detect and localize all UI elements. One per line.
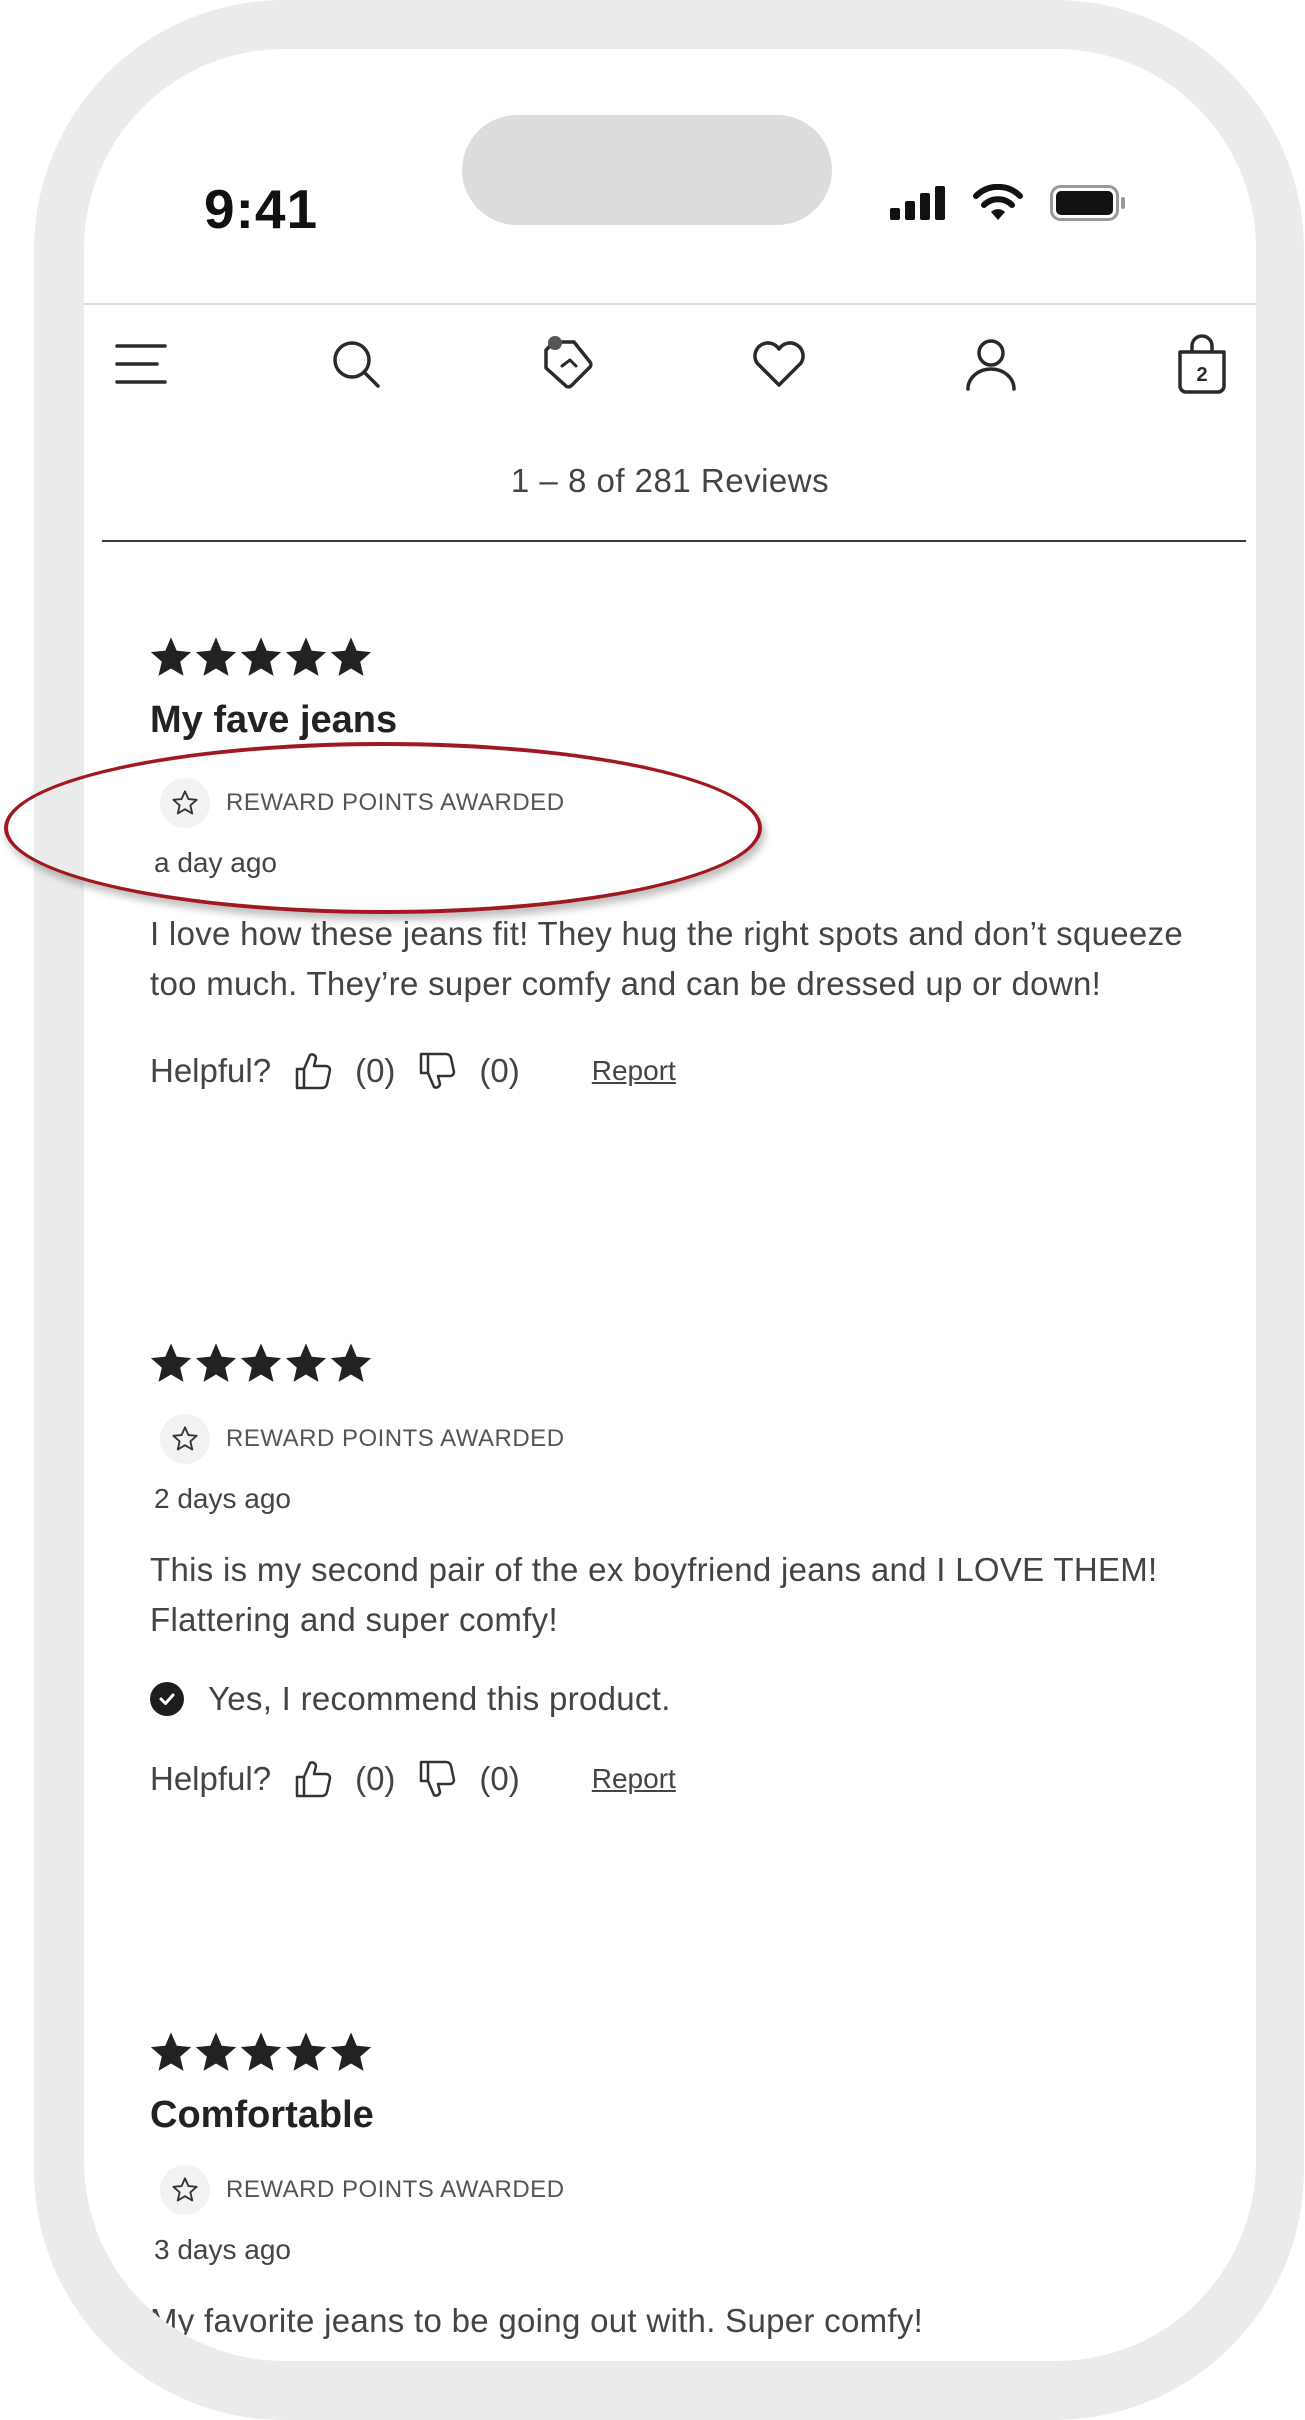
star-icon [285, 637, 327, 676]
star-icon [330, 637, 372, 676]
thumbs-down-icon [420, 1760, 456, 1797]
thumbs-up-count: (0) [355, 1052, 396, 1089]
reward-points-label: REWARD POINTS AWARDED [226, 1425, 565, 1452]
star-rating [150, 2032, 1230, 2082]
status-icons [890, 183, 1126, 223]
star-icon [195, 637, 237, 676]
reward-star-icon [160, 1414, 210, 1464]
search-icon[interactable] [321, 329, 391, 399]
helpful-row: Helpful? (0) (0) Report [150, 1041, 1230, 1101]
reward-points-row: REWARD POINTS AWARDED [150, 775, 1230, 831]
star-icon [240, 1343, 282, 1382]
status-divider [84, 303, 1256, 305]
phone-screen: 9:41 2 1 – 8 of 281 Reviews My fave jean… [84, 49, 1256, 2361]
thumbs-up-button[interactable]: (0) [293, 1051, 395, 1091]
review-card: REWARD POINTS AWARDED 2 days ago This is… [150, 1343, 1230, 1809]
review-date: a day ago [154, 847, 277, 878]
review-title: Comfortable [150, 2094, 374, 2136]
reward-star-icon [160, 2165, 210, 2215]
review-count: 1 – 8 of 281 Reviews [510, 462, 830, 499]
star-rating [150, 1343, 1230, 1393]
review-date: 2 days ago [154, 1483, 291, 1514]
review-card: Comfortable REWARD POINTS AWARDED 3 days… [150, 2032, 1230, 2346]
thumbs-down-button[interactable]: (0) [417, 1759, 520, 1799]
star-icon [150, 1343, 192, 1382]
helpful-label: Helpful? [150, 1760, 272, 1797]
review-date: 3 days ago [154, 2234, 291, 2265]
star-icon [195, 1343, 237, 1382]
bag-count: 2 [1196, 364, 1207, 386]
recommend-row: Yes, I recommend this product. [150, 1677, 1230, 1721]
report-link[interactable]: Report [592, 1763, 676, 1795]
thumbs-down-button[interactable]: (0) [417, 1051, 520, 1091]
account-icon[interactable] [956, 329, 1026, 399]
reward-star-icon [160, 778, 210, 828]
signal-icon [890, 186, 945, 220]
top-nav: 2 [84, 329, 1256, 419]
status-time: 9:41 [204, 178, 319, 240]
star-icon [285, 2032, 327, 2071]
menu-icon[interactable] [106, 329, 176, 399]
star-icon [285, 1343, 327, 1382]
helpful-row: Helpful? (0) (0) Report [150, 1749, 1230, 1809]
star-icon [150, 2032, 192, 2071]
thumbs-down-count: (0) [479, 1760, 520, 1797]
helpful-label: Helpful? [150, 1052, 272, 1089]
star-rating [150, 637, 1230, 687]
review-body: This is my second pair of the ex boyfrie… [150, 1551, 1158, 1638]
star-icon [240, 637, 282, 676]
wifi-icon [973, 184, 1023, 220]
review-count-divider [102, 540, 1246, 542]
star-icon [240, 2032, 282, 2071]
thumbs-up-button[interactable]: (0) [293, 1759, 395, 1799]
tag-icon[interactable] [532, 329, 602, 399]
dynamic-island [462, 115, 832, 225]
reward-points-row: REWARD POINTS AWARDED [150, 1411, 1230, 1467]
thumbs-down-icon [420, 1052, 456, 1089]
checkmark-icon [150, 1682, 184, 1716]
battery-icon [1050, 185, 1125, 221]
review-title: My fave jeans [150, 699, 398, 741]
report-link[interactable]: Report [592, 1055, 676, 1087]
review-body: I love how these jeans fit! They hug the… [150, 915, 1184, 1002]
review-card: My fave jeans REWARD POINTS AWARDED a da… [150, 637, 1230, 1101]
thumbs-up-count: (0) [355, 1760, 396, 1797]
reward-points-label: REWARD POINTS AWARDED [226, 2176, 565, 2203]
bag-icon[interactable]: 2 [1167, 329, 1237, 399]
star-icon [330, 1343, 372, 1382]
star-icon [330, 2032, 372, 2071]
reward-points-label: REWARD POINTS AWARDED [226, 789, 565, 816]
reward-points-row: REWARD POINTS AWARDED [150, 2162, 1230, 2218]
star-icon [195, 2032, 237, 2071]
thumbs-down-count: (0) [479, 1052, 520, 1089]
thumbs-up-icon [295, 1761, 332, 1798]
star-icon [150, 637, 192, 676]
review-body: My favorite jeans to be going out with. … [150, 2302, 924, 2339]
thumbs-up-icon [295, 1053, 332, 1090]
recommend-text: Yes, I recommend this product. [208, 1680, 671, 1717]
heart-icon[interactable] [744, 329, 814, 399]
